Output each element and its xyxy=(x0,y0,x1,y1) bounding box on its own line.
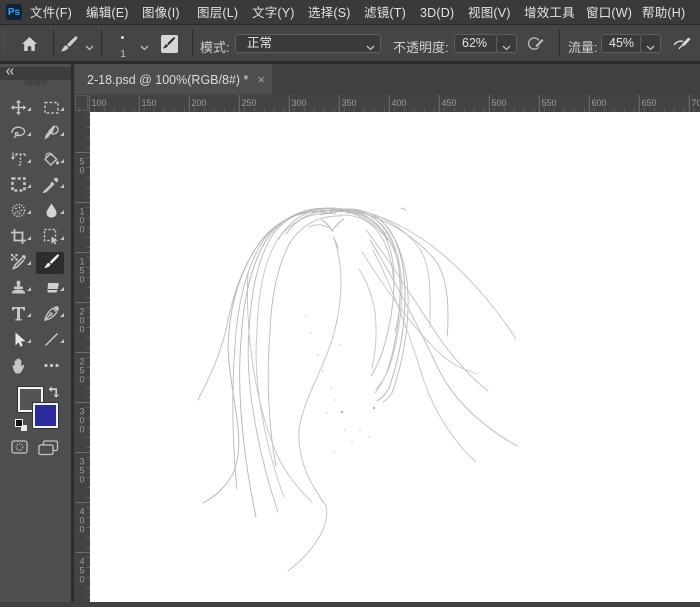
svg-text:550: 550 xyxy=(542,98,557,108)
svg-text:350: 350 xyxy=(342,98,357,108)
svg-text:0: 0 xyxy=(80,166,85,176)
svg-text:650: 650 xyxy=(642,98,657,108)
svg-text:500: 500 xyxy=(492,98,507,108)
svg-text:0: 0 xyxy=(80,275,85,285)
svg-text:100: 100 xyxy=(92,98,107,108)
svg-text:0: 0 xyxy=(80,325,85,335)
svg-text:250: 250 xyxy=(242,98,257,108)
svg-text:0: 0 xyxy=(80,225,85,235)
svg-text:0: 0 xyxy=(80,525,85,535)
svg-text:400: 400 xyxy=(392,98,407,108)
svg-text:200: 200 xyxy=(192,98,207,108)
svg-text:300: 300 xyxy=(292,98,307,108)
svg-text:450: 450 xyxy=(442,98,457,108)
svg-text:600: 600 xyxy=(592,98,607,108)
svg-text:0: 0 xyxy=(80,475,85,485)
svg-text:0: 0 xyxy=(80,425,85,435)
svg-text:150: 150 xyxy=(142,98,157,108)
svg-text:700: 700 xyxy=(692,98,700,108)
svg-text:0: 0 xyxy=(80,375,85,385)
svg-text:0: 0 xyxy=(80,575,85,585)
